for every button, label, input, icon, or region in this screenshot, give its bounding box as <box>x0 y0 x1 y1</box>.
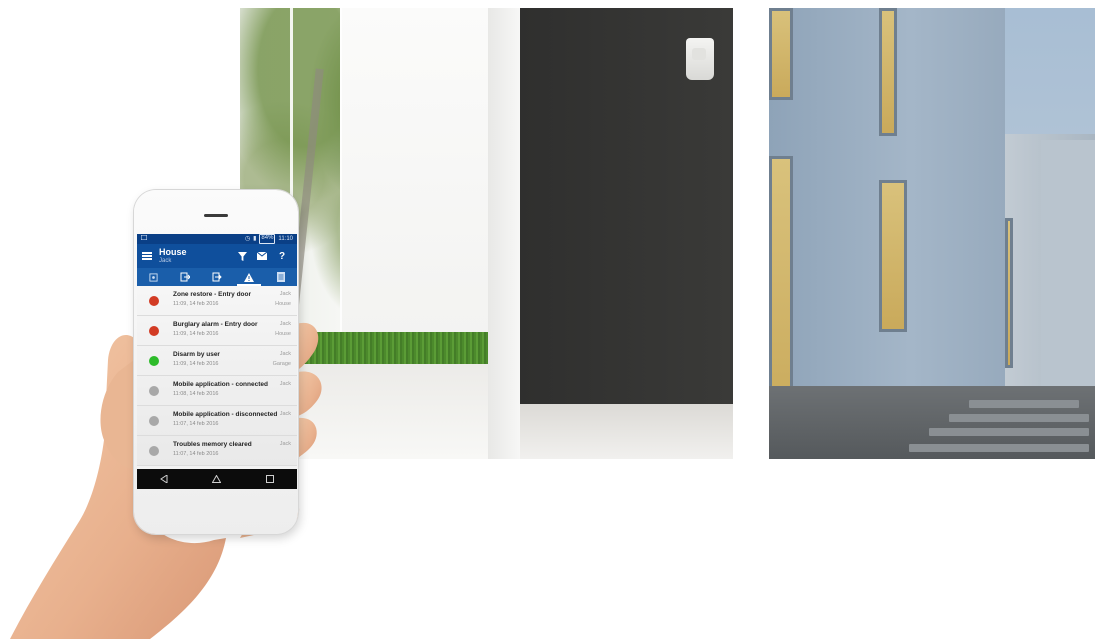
exit-icon[interactable] <box>169 268 201 286</box>
event-title: Troubles memory cleared <box>173 441 252 448</box>
window-lit <box>879 180 907 332</box>
event-user: Jack <box>279 381 291 387</box>
back-icon[interactable] <box>149 469 179 489</box>
event-time: 11:09, 14 feb 2016 <box>173 331 219 337</box>
enter-icon[interactable] <box>201 268 233 286</box>
interior-photo <box>240 8 733 459</box>
event-title: Burglary alarm - Entry door <box>173 321 258 328</box>
list-item[interactable]: Troubles memory cleared 11:07, 14 feb 20… <box>137 436 297 466</box>
event-user: Jack <box>279 321 291 327</box>
clock: 11:10 <box>278 236 293 242</box>
path-stone <box>949 414 1089 422</box>
page-title: House <box>159 247 187 257</box>
event-user: Jack <box>279 351 291 357</box>
window-lit <box>1005 218 1013 368</box>
list-item[interactable]: Zone restore - Entry door 11:09, 14 feb … <box>137 286 297 316</box>
status-dot-grey <box>149 416 159 426</box>
toolbar <box>137 268 297 286</box>
event-place: House <box>275 301 291 307</box>
grass-strip <box>300 332 490 364</box>
path-stone <box>929 428 1089 436</box>
event-user: Jack <box>279 411 291 417</box>
alarm-icon: ◷ <box>244 236 251 242</box>
event-title: Zone restore - Entry door <box>173 291 252 298</box>
help-icon[interactable]: ? <box>272 251 292 262</box>
pillar <box>488 8 520 459</box>
building-rear-face <box>1041 140 1095 388</box>
thumb <box>100 360 136 470</box>
event-user: Jack <box>279 291 291 297</box>
event-time: 11:09, 14 feb 2016 <box>173 361 219 367</box>
list-icon[interactable] <box>265 268 297 286</box>
list-item[interactable]: Mobile application - disconnected 11:07,… <box>137 406 297 436</box>
status-dot-green <box>149 356 159 366</box>
event-title: Mobile application - connected <box>173 381 268 388</box>
event-time: 11:09, 14 feb 2016 <box>173 301 219 307</box>
recents-icon[interactable] <box>255 469 285 489</box>
exterior-photo <box>769 8 1095 459</box>
event-user: Jack <box>279 441 291 447</box>
signal-icon: ▮ <box>253 236 257 242</box>
event-title: Disarm by user <box>173 351 220 358</box>
smartphone: ◷ ▮ 84% 11:10 House Jack ? Zone restore … <box>134 190 298 534</box>
home-icon[interactable] <box>202 469 232 489</box>
event-place: House <box>275 331 291 337</box>
warning-icon[interactable] <box>233 268 265 286</box>
list-item[interactable]: Disarm by user 11:09, 14 feb 2016 Jack G… <box>137 346 297 376</box>
status-dot-red <box>149 326 159 336</box>
mail-icon[interactable] <box>252 252 272 260</box>
event-time: 11:07, 14 feb 2016 <box>173 451 219 457</box>
app-bar: House Jack ? <box>137 244 297 268</box>
status-dot-red <box>149 296 159 306</box>
status-dot-grey <box>149 386 159 396</box>
status-bar: ◷ ▮ 84% 11:10 <box>137 234 297 244</box>
arm-icon[interactable] <box>137 268 169 286</box>
user-name: Jack <box>159 258 172 264</box>
notification-icon <box>140 234 245 244</box>
hamburger-menu-icon[interactable] <box>142 252 152 260</box>
event-title: Mobile application - disconnected <box>173 411 278 418</box>
path-stone <box>909 444 1089 452</box>
filter-icon[interactable] <box>232 251 252 261</box>
floor-right <box>520 404 733 459</box>
status-dot-grey <box>149 446 159 456</box>
android-nav-bar <box>137 469 297 489</box>
phone-speaker <box>204 214 228 217</box>
event-place: Garage <box>272 361 291 367</box>
list-item[interactable]: Burglary alarm - Entry door 11:09, 14 fe… <box>137 316 297 346</box>
motion-sensor <box>686 38 714 80</box>
event-time: 11:08, 14 feb 2016 <box>173 391 219 397</box>
event-time: 11:07, 14 feb 2016 <box>173 421 219 427</box>
window-lit <box>769 8 793 100</box>
battery-level: 84% <box>259 234 276 244</box>
path-stone <box>969 400 1079 408</box>
list-item[interactable]: Mobile application - connected 11:08, 14… <box>137 376 297 406</box>
window-lit <box>879 8 897 136</box>
event-list: Zone restore - Entry door 11:09, 14 feb … <box>137 286 297 466</box>
phone-screen: ◷ ▮ 84% 11:10 House Jack ? Zone restore … <box>137 234 297 489</box>
